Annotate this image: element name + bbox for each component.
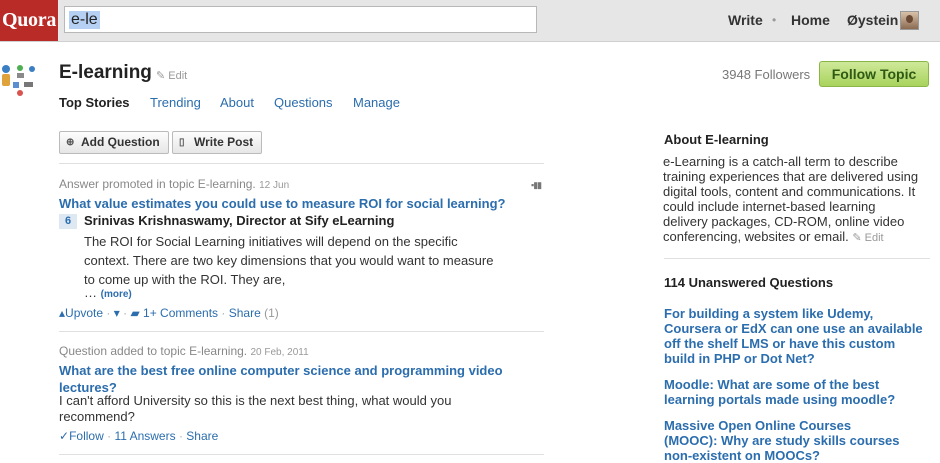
share-link[interactable]: Share (186, 429, 218, 443)
topic-edit-link[interactable]: ✎ Edit (156, 69, 187, 82)
question-line: Massive Open Online Courses (664, 418, 852, 433)
topic-title: E-learning (59, 62, 152, 83)
question-actions: ✓Follow · 11 Answers · Share (59, 429, 218, 443)
separator: · (221, 306, 226, 320)
stats-icon[interactable]: ▪▮▮ (531, 180, 542, 191)
feed-meta-text: Answer promoted in topic E-learning. (59, 177, 256, 191)
feed-meta-text: Question added to topic E-learning. (59, 344, 248, 358)
downvote-button[interactable]: ▾ (114, 306, 120, 320)
follow-label: Follow (69, 429, 104, 443)
answer-line-1: The ROI for Social Learning initiatives … (84, 234, 458, 249)
separator: · (178, 429, 183, 443)
about-description: e-Learning is a catch-all term to descri… (663, 154, 931, 246)
search-input[interactable]: e-le (64, 6, 537, 33)
follow-question-button[interactable]: ✓Follow (59, 429, 104, 443)
divider (59, 454, 544, 455)
question-line: learning portals made using moodle? (664, 392, 896, 407)
about-line: delivery packages, CD-ROM, online video (663, 214, 905, 229)
tab-about[interactable]: About (220, 95, 254, 110)
more-link[interactable]: (more) (101, 289, 132, 300)
answer-truncation: … (more) (84, 283, 132, 304)
user-avatar[interactable] (900, 11, 919, 30)
upvote-button[interactable]: ▴Upvote (59, 306, 103, 320)
answers-link[interactable]: 11 Answers (114, 429, 175, 443)
question-title[interactable]: What value estimates you could use to me… (59, 195, 505, 212)
about-edit-label: Edit (864, 232, 884, 244)
question-line: Coursera or EdX can one use an available (664, 321, 923, 336)
feed-date[interactable]: 12 Jun (259, 180, 289, 191)
follow-topic-button[interactable]: Follow Topic (819, 61, 929, 87)
add-question-label: Add Question (81, 135, 160, 149)
write-post-label: Write Post (194, 135, 254, 149)
vote-count-badge: 6 (59, 214, 77, 229)
share-count: (1) (264, 306, 279, 320)
question-line: non-existent on MOOCs? (664, 448, 820, 463)
plus-icon: ⊕ (66, 137, 75, 148)
nav-separator: • (772, 13, 777, 27)
feed-meta: Question added to topic E-learning. 20 F… (59, 344, 309, 358)
question-detail-line-2: recommend? (59, 409, 135, 424)
unanswered-question[interactable]: Massive Open Online Courses (MOOC): Why … (664, 418, 926, 463)
top-bar: Quora e-le Write • Home Øystein (0, 0, 940, 42)
share-link[interactable]: Share (229, 306, 261, 320)
divider (59, 331, 544, 332)
search-value: e-le (69, 11, 100, 29)
question-line: off the shelf LMS or have this custom (664, 336, 896, 351)
separator: · (107, 429, 112, 443)
about-line-last: conferencing, websites or email. ✎ Edit (663, 229, 931, 246)
question-line: build in PHP or Dot Net? (664, 351, 815, 366)
about-line: conferencing, websites or email. (663, 229, 849, 244)
topic-edit-label: Edit (168, 70, 188, 82)
question-line: (MOOC): Why are study skills courses (664, 433, 900, 448)
tab-top-stories[interactable]: Top Stories (59, 95, 130, 110)
document-icon: ▯ (179, 137, 185, 148)
comments-label: 1+ Comments (143, 306, 219, 320)
unanswered-heading[interactable]: 114 Unanswered Questions (664, 275, 833, 290)
about-heading: About E-learning (664, 132, 769, 147)
unanswered-question[interactable]: Moodle: What are some of the best learni… (664, 377, 926, 407)
tab-manage[interactable]: Manage (353, 95, 400, 110)
about-line: e-Learning is a catch-all term to descri… (663, 154, 898, 169)
add-question-button[interactable]: ⊕ Add Question (59, 131, 169, 154)
answer-line-2: context. There are two key dimensions th… (84, 253, 494, 268)
nav-user[interactable]: Øystein (847, 0, 898, 41)
about-line: training experiences that are delivered … (663, 169, 919, 184)
question-title-line-1[interactable]: What are the best free online computer s… (59, 362, 503, 379)
feed-meta: Answer promoted in topic E-learning. 12 … (59, 177, 289, 191)
question-detail-line-1: I can't afford University so this is the… (59, 393, 452, 408)
about-line: digital tools, content and communication… (663, 184, 916, 199)
answer-author[interactable]: Srinivas Krishnaswamy, Director at Sify … (84, 213, 394, 228)
tab-questions[interactable]: Questions (274, 95, 333, 110)
answer-actions: ▴Upvote · ▾ · ▰ 1+ Comments · Share (1) (59, 306, 279, 320)
question-line: For building a system like Udemy, (664, 306, 874, 321)
divider (664, 258, 930, 259)
question-line: Moodle: What are some of the best (664, 377, 880, 392)
separator: · (106, 306, 111, 320)
unanswered-question[interactable]: For building a system like Udemy, Course… (664, 306, 926, 366)
followers-count[interactable]: 3948 Followers (722, 67, 810, 82)
quora-logo[interactable]: Quora (0, 0, 58, 41)
ellipsis: … (84, 285, 97, 300)
divider (59, 163, 544, 164)
comments-link[interactable]: ▰ 1+ Comments (130, 306, 218, 320)
separator: · (123, 306, 128, 320)
nav-home[interactable]: Home (791, 0, 830, 41)
feed-date[interactable]: 20 Feb, 2011 (250, 347, 308, 358)
topic-icon (2, 65, 35, 96)
tab-trending[interactable]: Trending (150, 95, 201, 110)
about-edit-link[interactable]: ✎ Edit (852, 232, 883, 244)
upvote-label: Upvote (65, 306, 104, 320)
write-post-button[interactable]: ▯ Write Post (172, 131, 263, 154)
nav-write[interactable]: Write (728, 0, 763, 41)
about-line: could include internet-based learning (663, 199, 876, 214)
